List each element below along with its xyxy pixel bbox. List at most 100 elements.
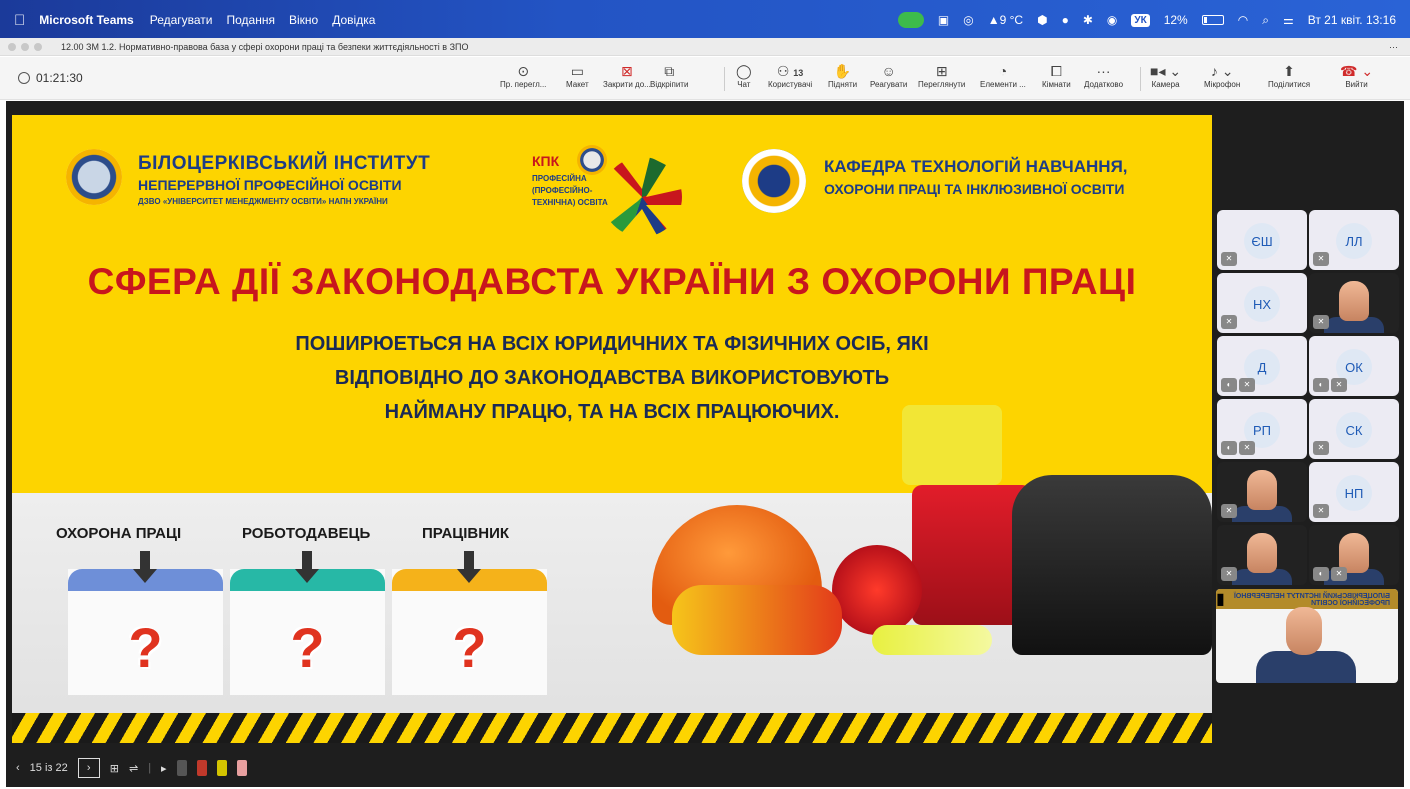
share-button[interactable]: ⬆ Поділитися bbox=[1268, 62, 1310, 89]
boots-icon bbox=[1012, 475, 1212, 655]
pointer-tool-icon[interactable]: ▸ bbox=[161, 762, 167, 775]
participant-video-tile[interactable]: ◐ ✕ bbox=[1309, 525, 1399, 585]
slide-headline: СФЕРА ДІЇ ЗАКОНОДАВСТА УКРАЇНИ З ОХОРОНИ… bbox=[87, 261, 1137, 302]
clock[interactable]: Вт 21 квіт. 13:16 bbox=[1308, 13, 1396, 27]
mic-button[interactable]: ♪ ⌄ Мікрофон bbox=[1204, 62, 1240, 89]
more-button[interactable]: ··· Додатково bbox=[1084, 62, 1123, 89]
presenter-background-text: БІЛОЦЕРКІВСЬКИЙ ІНСТИТУТ НЕПЕРЕРВНОЇ ПРО… bbox=[1233, 593, 1390, 607]
account-icon[interactable]: ◉ bbox=[1107, 13, 1117, 27]
focus-icon[interactable]: ◎ bbox=[963, 13, 973, 27]
leave-button[interactable]: ☎ ⌄ Вийти bbox=[1340, 62, 1373, 89]
slide-subtext-line: ПОШИРЮЕТЬСЯ НА ВСІХ ЮРИДИЧНИХ ТА ФІЗИЧНИ… bbox=[295, 333, 929, 355]
hangup-icon: ☎ ⌄ bbox=[1340, 63, 1374, 79]
arrow-down-icon bbox=[457, 551, 481, 587]
hand-icon: ✋ bbox=[833, 63, 852, 79]
screen-record-icon[interactable] bbox=[897, 12, 924, 28]
arrow-down-icon bbox=[295, 551, 319, 587]
menu-view[interactable]: Подання bbox=[227, 13, 275, 27]
minimize-window-button[interactable] bbox=[21, 42, 29, 51]
chat-icon: ◯ bbox=[736, 63, 752, 79]
column-heading: РОБОТОДАВЕЦЬ bbox=[242, 525, 371, 542]
keyboard-layout[interactable]: УК bbox=[1131, 13, 1150, 27]
rooms-button[interactable]: ⧠ Кімнати bbox=[1042, 62, 1071, 89]
view-button[interactable]: ⊞ Переглянути bbox=[918, 62, 965, 89]
grid-view-icon[interactable]: ⊞ bbox=[110, 762, 119, 775]
search-icon[interactable]: ⌕ bbox=[1262, 13, 1269, 28]
camera-button[interactable]: ■◂ ⌄ Камера bbox=[1150, 62, 1181, 89]
battery-percent[interactable]: 12% bbox=[1164, 13, 1188, 27]
weather-indicator[interactable]: ▲9 °C bbox=[988, 13, 1023, 27]
battery-icon[interactable] bbox=[1201, 15, 1224, 25]
popout-button[interactable]: ⧉ Відкріпити bbox=[650, 62, 688, 89]
participant-tile[interactable]: Д ◐ ✕ bbox=[1217, 336, 1307, 396]
mic-icon: ♪ ⌄ bbox=[1210, 63, 1234, 79]
participant-video-tile[interactable]: ✕ bbox=[1217, 525, 1307, 585]
presenter-video-tile[interactable]: БІЛОЦЕРКІВСЬКИЙ ІНСТИТУТ НЕПЕРЕРВНОЇ ПРО… bbox=[1216, 589, 1398, 683]
participant-tile[interactable]: ОК ◐ ✕ bbox=[1309, 336, 1399, 396]
react-button[interactable]: ☺ Реагувати bbox=[870, 62, 907, 89]
shield-icon bbox=[18, 72, 30, 84]
participant-tile[interactable]: СК ✕ bbox=[1309, 399, 1399, 459]
avatar: ЛЛ bbox=[1336, 223, 1372, 259]
preview-button[interactable]: ⊙ Пр. перегл... bbox=[500, 62, 546, 89]
kpk-emblem-icon bbox=[577, 145, 607, 175]
meeting-toolbar: 01:21:30 ⊙ Пр. перегл... ▭ Макет ⊠ Закрити … bbox=[0, 57, 1410, 100]
next-slide-button[interactable]: › bbox=[77, 758, 100, 778]
participant-tile[interactable]: ЛЛ ✕ bbox=[1309, 210, 1399, 270]
apple-icon[interactable]:  bbox=[14, 12, 25, 29]
menu-window[interactable]: Вікно bbox=[289, 13, 318, 27]
column-heading: ОХОРОНА ПРАЦІ bbox=[56, 525, 182, 542]
participant-tile[interactable]: ЄШ ✕ bbox=[1217, 210, 1307, 270]
video-off-icon: ◐ bbox=[1313, 567, 1329, 581]
popout-icon: ⧉ bbox=[664, 63, 675, 79]
smile-icon: ☺ bbox=[881, 63, 896, 79]
shared-slide: БІЛОЦЕРКІВСЬКИЙ ІНСТИТУТ НЕПЕРЕРВНОЇ ПРО… bbox=[12, 115, 1212, 743]
mic-off-icon: ✕ bbox=[1331, 567, 1347, 581]
avatar: НП bbox=[1336, 475, 1372, 511]
prev-slide-button[interactable]: ‹ bbox=[16, 762, 20, 774]
participant-video-tile[interactable]: ✕ bbox=[1309, 273, 1399, 333]
bluetooth-icon[interactable]: ✱ bbox=[1083, 13, 1093, 27]
people-icon: ⚇ 13 bbox=[776, 63, 804, 79]
grid-icon: ⊞ bbox=[935, 63, 948, 79]
shield-tray-icon[interactable]: ⬢ bbox=[1037, 13, 1047, 27]
chat-button[interactable]: ◯ Чат bbox=[736, 62, 752, 89]
mic-off-icon: ✕ bbox=[1313, 441, 1329, 455]
chat-tray-icon[interactable]: ● bbox=[1062, 13, 1069, 27]
menu-help[interactable]: Довідка bbox=[332, 13, 375, 27]
app-name[interactable]: Microsoft Teams bbox=[39, 13, 133, 27]
mic-off-icon: ✕ bbox=[1221, 567, 1237, 581]
close-button[interactable]: ⊠ Закрити до... bbox=[603, 62, 651, 89]
apps-button[interactable]: ◔ Елементи ... bbox=[980, 62, 1026, 89]
participant-tile[interactable]: НХ ✕ bbox=[1217, 273, 1307, 333]
avatar: СК bbox=[1336, 412, 1372, 448]
raise-hand-button[interactable]: ✋ Підняти bbox=[828, 62, 857, 89]
people-button[interactable]: ⚇ 13 Користувачі bbox=[768, 62, 812, 89]
participant-video-tile[interactable]: ✕ bbox=[1217, 462, 1307, 522]
mic-off-icon: ✕ bbox=[1239, 441, 1255, 455]
window-more-icon[interactable]: ··· bbox=[1389, 42, 1398, 52]
teams-tray-icon[interactable]: ▣ bbox=[938, 13, 949, 27]
highlighter-tool-icon[interactable] bbox=[216, 760, 227, 776]
wifi-icon[interactable]: ◠ bbox=[1238, 13, 1248, 27]
video-off-icon: ◐ bbox=[1221, 441, 1237, 455]
control-center-icon[interactable]: ⚌ bbox=[1283, 13, 1294, 27]
red-pen-tool-icon[interactable] bbox=[196, 760, 207, 776]
zoom-window-button[interactable] bbox=[34, 42, 42, 51]
mic-off-icon: ✕ bbox=[1313, 504, 1329, 518]
layout-button[interactable]: ▭ Макет bbox=[566, 62, 589, 89]
close-window-button[interactable] bbox=[8, 42, 16, 51]
eraser-tool-icon[interactable] bbox=[236, 760, 247, 776]
participant-tile[interactable]: РП ◐ ✕ bbox=[1217, 399, 1307, 459]
menu-edit[interactable]: Редагувати bbox=[150, 13, 213, 27]
eye-icon: ⊙ bbox=[517, 63, 530, 79]
pen-tool-icon[interactable] bbox=[176, 760, 187, 776]
mic-off-icon: ✕ bbox=[1313, 252, 1329, 266]
arrow-down-icon bbox=[133, 551, 157, 587]
question-card: ? bbox=[392, 551, 547, 695]
window-title-bar: 12.00 ЗМ 1.2. Нормативно-правова база у … bbox=[0, 38, 1410, 56]
participant-tile[interactable]: НП ✕ bbox=[1309, 462, 1399, 522]
settings-sliders-icon[interactable]: ⇌ bbox=[129, 762, 138, 775]
column-heading: ПРАЦІВНИК bbox=[422, 525, 510, 542]
meeting-timer: 01:21:30 bbox=[18, 71, 83, 85]
